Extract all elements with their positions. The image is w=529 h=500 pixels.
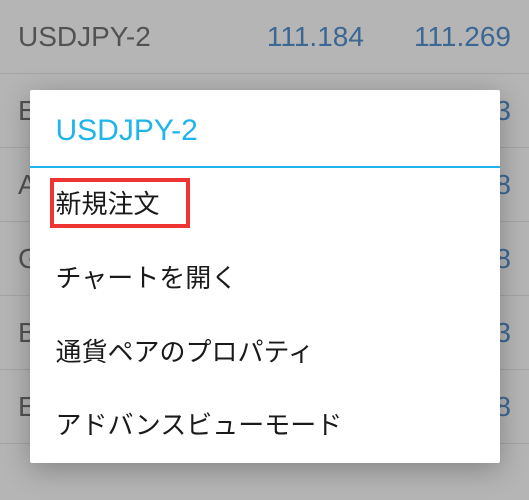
menu-item-label: 新規注文 <box>56 189 160 219</box>
modal-title: USDJPY-2 <box>30 90 500 168</box>
menu-item-properties[interactable]: 通貨ペアのプロパティ <box>30 316 500 390</box>
modal-overlay[interactable]: USDJPY-2 新規注文 チャートを開く 通貨ペアのプロパティ アドバンスビュ… <box>0 0 529 500</box>
menu-item-label: 通貨ペアのプロパティ <box>56 337 314 367</box>
menu-item-label: チャートを開く <box>56 263 238 293</box>
menu-item-open-chart[interactable]: チャートを開く <box>30 242 500 316</box>
menu-item-advanced-view[interactable]: アドバンスビューモード <box>30 389 500 463</box>
menu-item-new-order[interactable]: 新規注文 <box>30 168 500 242</box>
menu-item-label: アドバンスビューモード <box>56 410 343 440</box>
context-menu: USDJPY-2 新規注文 チャートを開く 通貨ペアのプロパティ アドバンスビュ… <box>30 90 500 463</box>
